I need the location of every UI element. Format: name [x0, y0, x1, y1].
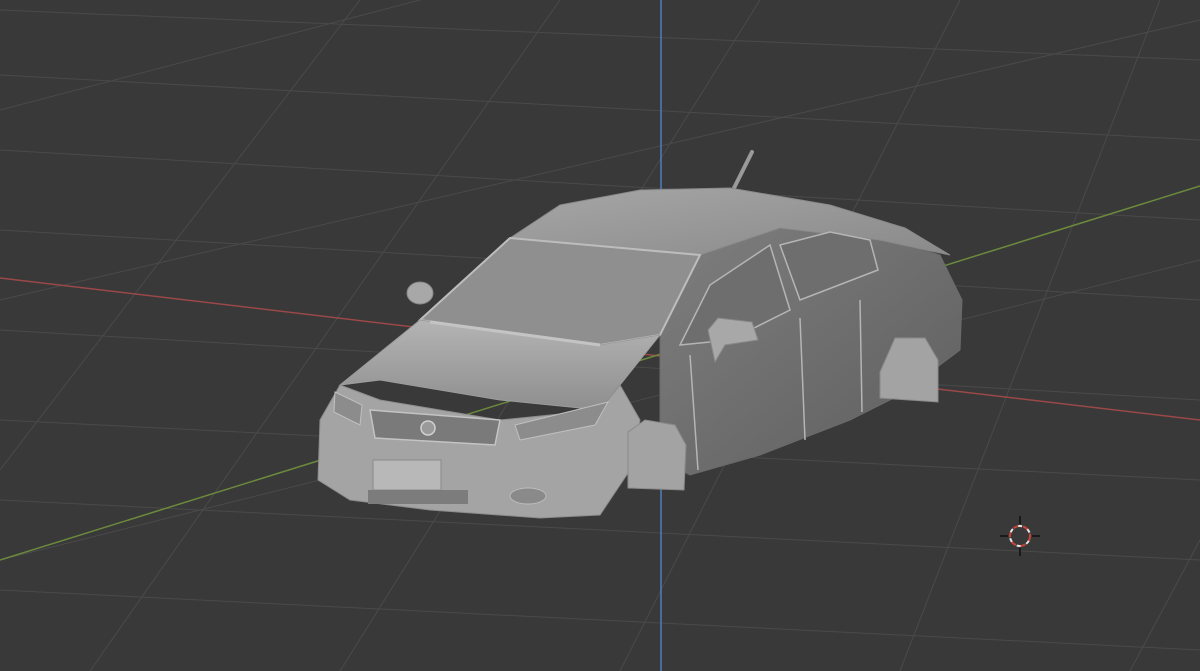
car-fog-light: [509, 487, 547, 505]
car-mirror-left: [406, 281, 434, 305]
car-license-plate: [372, 459, 442, 491]
antenna: [731, 150, 754, 192]
viewport-canvas[interactable]: [0, 0, 1200, 671]
3d-viewport[interactable]: [0, 0, 1200, 671]
car-lower-grille: [368, 490, 468, 504]
car-front-wheel: [627, 419, 687, 491]
car-badge: [420, 420, 436, 436]
